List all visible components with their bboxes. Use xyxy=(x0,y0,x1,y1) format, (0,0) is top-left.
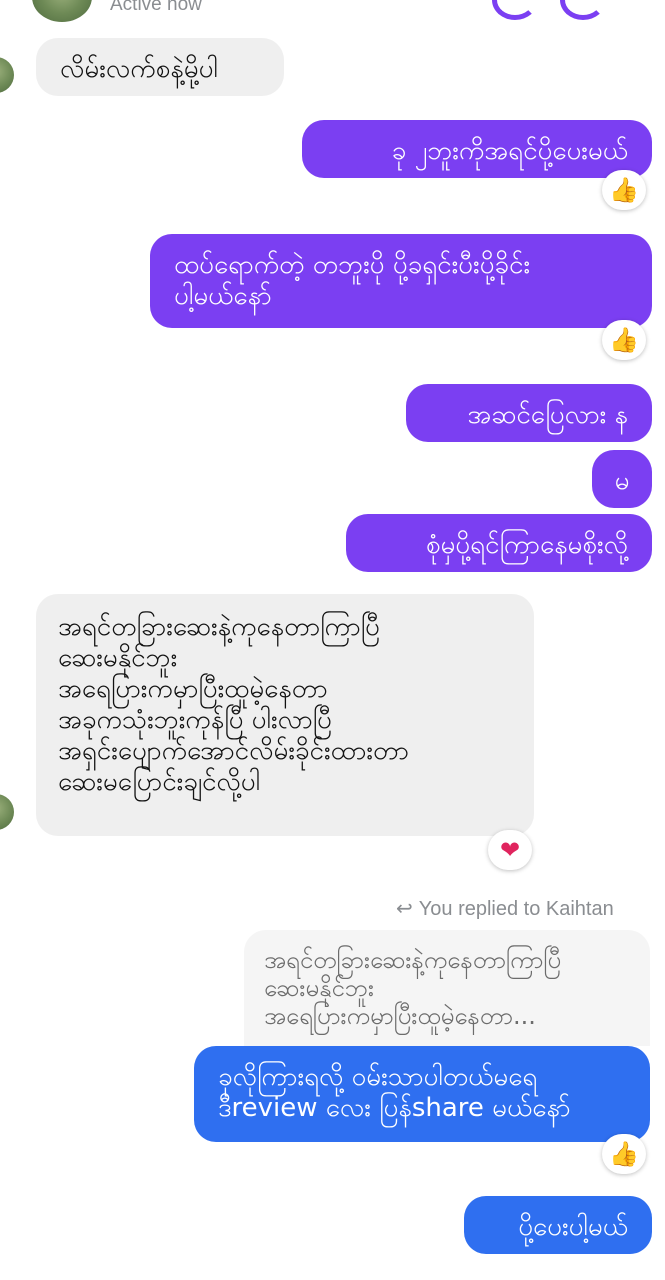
outgoing-message[interactable]: ပို့ပေးပါ့မယ် xyxy=(464,1196,652,1254)
outgoing-message[interactable]: ထပ်ရောက်တဲ့ တဘူးပို ပို့ခရှင်းပီးပို့ခို… xyxy=(150,234,652,328)
incoming-message[interactable]: အရင်တခြားဆေးနဲ့ကုနေတာကြာပြီ ဆေးမနိုင်ဘူး… xyxy=(36,594,534,836)
thumbs-up-icon: 👍 xyxy=(602,1134,646,1174)
outgoing-message[interactable]: အဆင်ပြေလား န xyxy=(406,384,652,442)
reply-label-text: You replied to Kaihtan xyxy=(418,898,614,920)
thumbs-up-icon: 👍 xyxy=(602,320,646,360)
quoted-message[interactable]: အရင်တခြားဆေးနဲ့ကုနေတာကြာပြီ ဆေးမနိုင်ဘူး… xyxy=(244,930,650,1046)
outgoing-reply-message[interactable]: ခုလိုကြားရလို့ ဝမ်းသာပါတယ်မရေ ဒီreview လ… xyxy=(194,1046,650,1142)
contact-avatar[interactable] xyxy=(32,0,92,22)
sender-avatar xyxy=(0,57,14,93)
outgoing-message[interactable]: စုံမှပို့ရင်ကြာနေမစိုးလို့ xyxy=(346,514,652,572)
video-call-icon[interactable] xyxy=(560,0,606,20)
sender-avatar xyxy=(0,794,14,830)
call-icon[interactable] xyxy=(492,0,538,20)
chat-header: Active now xyxy=(0,0,665,26)
reply-label: ↩ You replied to Kaihtan xyxy=(396,896,614,921)
thumbs-up-icon: 👍 xyxy=(602,170,646,210)
outgoing-message[interactable]: မ xyxy=(592,450,652,508)
reply-arrow-icon: ↩ xyxy=(396,898,413,920)
active-status: Active now xyxy=(110,0,202,15)
heart-icon: ❤ xyxy=(488,830,532,870)
incoming-message[interactable]: လိမ်းလက်စနဲ့မို့ပါ xyxy=(36,38,284,96)
outgoing-message[interactable]: ခု ၂ဘူးကိုအရင်ပို့ပေးမယ် xyxy=(302,120,652,178)
